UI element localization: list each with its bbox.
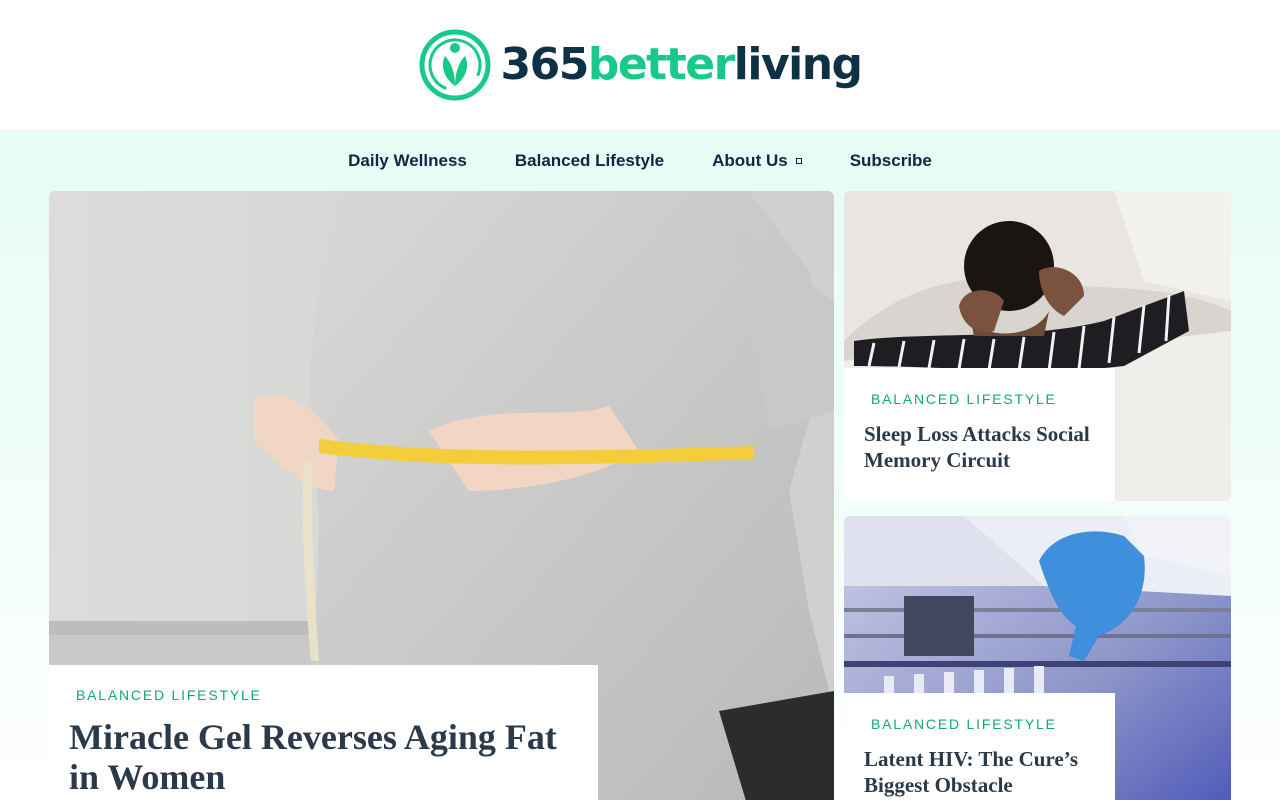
logo-better: better (587, 39, 735, 90)
nav-item-label: Balanced Lifestyle (514, 150, 665, 170)
side-article-title[interactable]: Sleep Loss Attacks Social Memory Circuit (864, 421, 1095, 473)
side-article-card[interactable]: BALANCED LIFESTYLE Latent HIV: The Cure’… (844, 516, 1231, 800)
site-logo[interactable]: 365betterliving (418, 28, 863, 102)
featured-article-title[interactable]: Miracle Gel Reverses Aging Fat in Women (69, 717, 578, 797)
side-article-caption: BALANCED LIFESTYLE Latent HIV: The Cure’… (844, 693, 1115, 800)
site-header: 365betterliving (0, 0, 1280, 130)
logo-living: living (733, 39, 863, 90)
main-nav: Daily Wellness Balanced Lifestyle About … (0, 130, 1280, 191)
side-article-caption: BALANCED LIFESTYLE Sleep Loss Attacks So… (844, 368, 1115, 501)
featured-article-caption: BALANCED LIFESTYLE Miracle Gel Reverses … (49, 665, 598, 800)
side-article-title[interactable]: Latent HIV: The Cure’s Biggest Obstacle (864, 746, 1095, 798)
nav-item-label: Subscribe (849, 150, 932, 170)
featured-article-card[interactable]: BALANCED LIFESTYLE Miracle Gel Reverses … (49, 191, 834, 800)
nav-item-label: Daily Wellness (348, 150, 467, 170)
nav-item-daily-wellness[interactable]: Daily Wellness (348, 151, 467, 171)
article-category[interactable]: BALANCED LIFESTYLE (871, 716, 1057, 732)
nav-item-about-us[interactable]: About Us (712, 151, 802, 171)
dropdown-icon (795, 157, 802, 164)
nav-item-balanced-lifestyle[interactable]: Balanced Lifestyle (515, 151, 664, 171)
article-category[interactable]: BALANCED LIFESTYLE (76, 687, 262, 703)
side-article-card[interactable]: BALANCED LIFESTYLE Sleep Loss Attacks So… (844, 191, 1231, 501)
leaf-person-icon (419, 29, 491, 101)
content-band: Daily Wellness Balanced Lifestyle About … (0, 130, 1280, 800)
article-category[interactable]: BALANCED LIFESTYLE (871, 391, 1057, 407)
nav-item-subscribe[interactable]: Subscribe (850, 151, 932, 171)
logo-number: 365 (500, 39, 589, 90)
logo-wordmark: 365betterliving (500, 43, 863, 87)
nav-item-label: About Us (712, 150, 788, 170)
